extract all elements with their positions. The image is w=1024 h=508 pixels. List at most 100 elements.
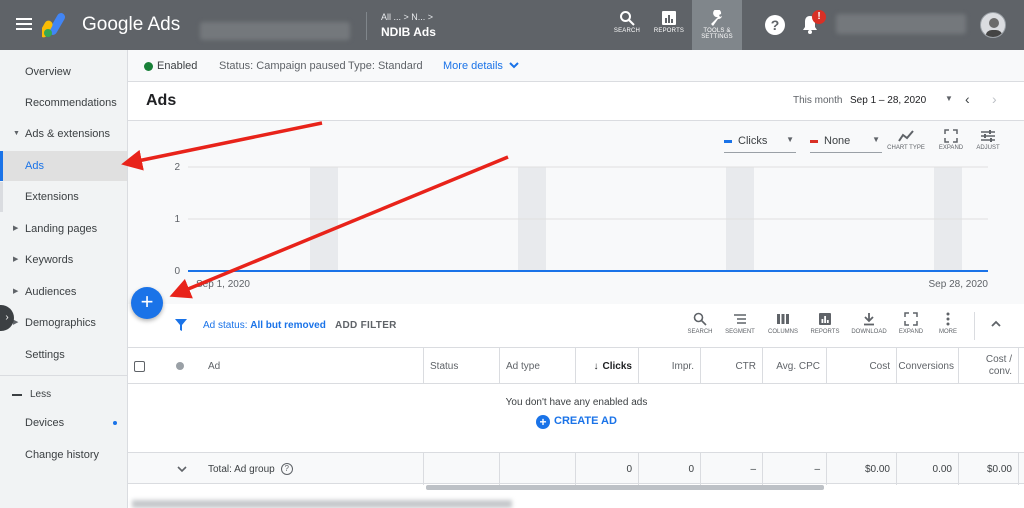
new-indicator-dot (113, 421, 117, 425)
date-range-value[interactable]: Sep 1 – 28, 2020 (850, 95, 926, 106)
sidebar: Overview Recommendations ▼ Ads & extensio… (0, 50, 127, 508)
total-cost: $0.00 (864, 463, 890, 475)
total-avg-cpc: – (814, 463, 820, 475)
segment-button[interactable]: SEGMENT (721, 312, 759, 335)
sidebar-item-settings[interactable]: Settings (0, 340, 127, 370)
sidebar-item-ads-extensions[interactable]: ▼ Ads & extensions (0, 119, 127, 149)
previous-period-chevron-icon[interactable]: ‹ (965, 91, 970, 107)
columns-icon (777, 314, 789, 324)
ad-status-filter[interactable]: Ad status: All but removed (203, 320, 326, 331)
sidebar-item-ads[interactable]: Ads (0, 151, 127, 181)
campaign-status-bar: Enabled Status: Campaign paused Type: St… (128, 50, 1024, 82)
chart-adjust-button[interactable]: ADJUST (968, 129, 1008, 151)
table-header: Ad Status Ad type ↓ Clicks Impr. CTR Avg.… (128, 348, 1024, 384)
add-filter-button[interactable]: ADD FILTER (335, 320, 397, 331)
dropdown-arrow-icon: ▼ (786, 135, 794, 144)
table-total-row: Total: Ad group ? 0 0 – – $0.00 0.00 $0.… (128, 452, 1024, 485)
line-chart-icon (898, 130, 914, 142)
column-header-status[interactable]: Status (424, 348, 500, 384)
sidebar-item-extensions[interactable]: Extensions (0, 182, 127, 212)
column-header-cost[interactable]: Cost (827, 348, 897, 384)
tools-settings-button[interactable]: TOOLS & SETTINGS (692, 0, 742, 50)
breadcrumb[interactable]: All ... > N... > (381, 12, 433, 22)
total-clicks: 0 (626, 463, 632, 475)
avatar[interactable] (980, 12, 1006, 38)
sidebar-item-audiences[interactable]: ▶ Audiences (0, 277, 127, 307)
redacted-account-info (200, 22, 350, 40)
expand-chevron-down-icon[interactable] (176, 463, 188, 475)
total-conversions: 0.00 (932, 463, 952, 475)
sidebar-item-recommendations[interactable]: Recommendations (0, 88, 127, 118)
status-dot-icon (176, 362, 184, 370)
reports-button[interactable]: REPORTS (646, 0, 692, 50)
metric1-selector[interactable]: Clicks ▼ (724, 131, 796, 153)
table-reports-button[interactable]: REPORTS (806, 312, 844, 335)
next-period-chevron-icon[interactable]: › (992, 91, 997, 107)
expand-icon (944, 129, 958, 143)
table-expand-button[interactable]: EXPAND (892, 312, 930, 335)
top-bar: Google Ads All ... > N... > NDIB Ads SEA… (0, 0, 1024, 50)
google-ads-logo-icon[interactable] (42, 12, 72, 38)
wrench-icon (711, 10, 722, 26)
chevron-down-icon[interactable] (508, 59, 520, 71)
enabled-label[interactable]: Enabled (157, 60, 197, 72)
sidebar-item-overview[interactable]: Overview (0, 57, 127, 87)
download-button[interactable]: DOWNLOAD (850, 312, 888, 335)
x-tick-label-start: Sep 1, 2020 (196, 279, 250, 290)
table-search-button[interactable]: SEARCH (681, 312, 719, 335)
chart-type-button[interactable]: CHART TYPE (886, 129, 926, 151)
help-circle-icon[interactable]: ? (280, 463, 293, 475)
sidebar-item-devices[interactable]: Devices (0, 408, 127, 438)
search-button[interactable]: SEARCH (604, 0, 650, 50)
total-label: Total: Ad group (208, 463, 275, 475)
sort-arrow-icon: ↓ (593, 360, 599, 372)
caret-right-icon: ▶ (13, 288, 19, 295)
column-header-ctr[interactable]: CTR (701, 348, 763, 384)
column-header-avg-cpc[interactable]: Avg. CPC (763, 348, 827, 384)
more-options-button[interactable]: MORE (929, 312, 967, 335)
campaign-type: Type: Standard (348, 60, 423, 72)
column-header-clicks[interactable]: ↓ Clicks (576, 348, 639, 384)
total-cost-conv: $0.00 (986, 463, 1012, 475)
column-header-ad[interactable]: Ad (202, 348, 424, 384)
caret-right-icon: ▶ (13, 225, 19, 232)
reports-icon (819, 313, 831, 325)
column-header-impr[interactable]: Impr. (639, 348, 701, 384)
select-all-checkbox[interactable] (134, 360, 145, 372)
tune-icon (981, 130, 995, 142)
more-details-link[interactable]: More details (443, 60, 503, 72)
add-circle-icon: + (536, 415, 550, 429)
sidebar-item-demographics[interactable]: ▶ Demographics (0, 308, 127, 338)
date-range-dropdown-icon[interactable]: ▼ (945, 94, 953, 103)
chart-expand-button[interactable]: EXPAND (931, 129, 971, 151)
chevron-up-icon[interactable] (990, 318, 1002, 330)
create-ad-button[interactable]: + CREATE AD (536, 415, 617, 429)
sidebar-less-toggle[interactable]: Less (0, 380, 127, 410)
sidebar-item-keywords[interactable]: ▶ Keywords (0, 245, 127, 275)
horizontal-scrollbar[interactable] (426, 485, 824, 490)
columns-button[interactable]: COLUMNS (764, 312, 802, 335)
sidebar-item-change-history[interactable]: Change history (0, 440, 127, 470)
brand-name[interactable]: Google Ads (82, 14, 180, 36)
enabled-status-icon (144, 62, 153, 71)
x-tick-label-end: Sep 28, 2020 (929, 279, 989, 290)
expand-icon (904, 312, 918, 326)
more-vertical-icon (946, 312, 950, 326)
menu-icon[interactable] (16, 15, 32, 35)
column-header-cost-conv[interactable]: Cost / conv. (959, 348, 1019, 384)
column-header-conversions[interactable]: Conversions (897, 348, 959, 384)
campaign-status: Status: Campaign paused (219, 60, 346, 72)
main-content: Enabled Status: Campaign paused Type: St… (127, 50, 1024, 508)
account-name[interactable]: NDIB Ads (381, 25, 436, 39)
column-header-ad-type[interactable]: Ad type (500, 348, 576, 384)
caret-right-icon: ▶ (13, 256, 19, 263)
filter-icon[interactable] (174, 318, 188, 332)
page-title: Ads (146, 92, 177, 109)
y-tick-label-2: 2 (174, 162, 180, 173)
segment-icon (734, 314, 746, 324)
chart-plot: 0 1 2 Sep 1, 2020 Sep 28, 2020 (174, 162, 989, 290)
metric2-selector[interactable]: None ▼ (810, 131, 882, 153)
notification-badge: ! (812, 10, 826, 24)
sidebar-item-landing-pages[interactable]: ▶ Landing pages (0, 214, 127, 244)
help-icon[interactable]: ? (765, 15, 785, 35)
